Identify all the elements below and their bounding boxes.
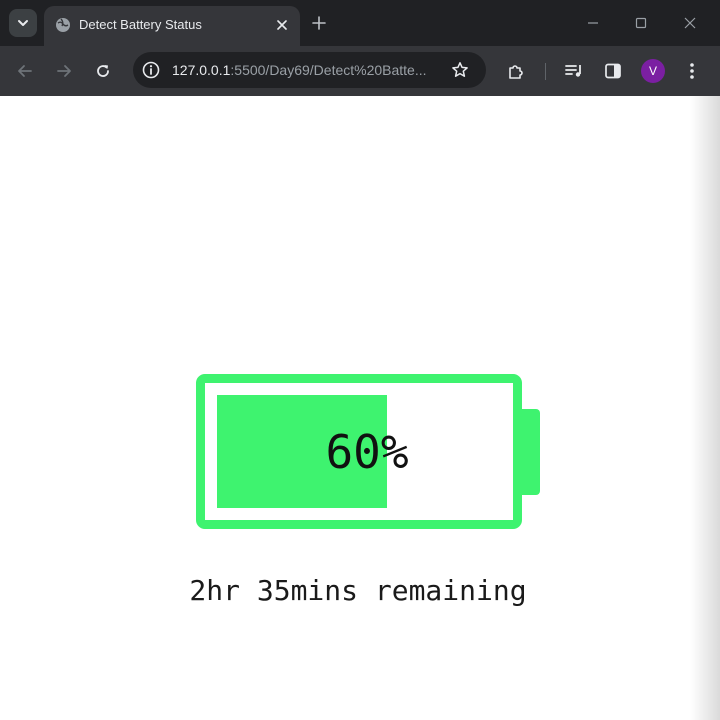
browser-window: Detect Battery Status 127.0.0.1:5500/Day… <box>0 0 720 720</box>
close-icon <box>684 17 696 29</box>
address-bar[interactable]: 127.0.0.1:5500/Day69/Detect%20Batte... <box>133 52 486 88</box>
toolbar-divider <box>545 63 546 80</box>
tab-close-button[interactable] <box>272 15 292 35</box>
page-viewport: 60% 2hr 35mins remaining <box>0 96 720 720</box>
side-panel-button[interactable] <box>600 58 626 84</box>
kebab-menu-icon <box>690 63 694 79</box>
maximize-icon <box>635 17 647 29</box>
url-text[interactable]: 127.0.0.1:5500/Day69/Detect%20Batte... <box>172 61 444 79</box>
back-button[interactable] <box>12 58 38 84</box>
battery-percentage: 60% <box>325 424 409 479</box>
new-tab-button[interactable] <box>307 11 331 35</box>
media-queue-icon <box>565 65 581 77</box>
battery-level-track: 60% <box>217 395 501 508</box>
tab-title: Detect Battery Status <box>79 17 202 32</box>
url-path: :5500/Day69/Detect%20Batte... <box>230 62 427 78</box>
battery-body: 60% <box>196 374 522 529</box>
chevron-down-icon <box>18 20 28 26</box>
info-icon <box>142 61 160 79</box>
reload-icon <box>97 65 109 77</box>
window-edge-shadow <box>690 96 720 720</box>
media-controls-button[interactable] <box>561 58 587 84</box>
tab-search-button[interactable] <box>9 9 37 37</box>
forward-button[interactable] <box>51 58 77 84</box>
browser-menu-button[interactable] <box>679 58 705 84</box>
minimize-icon <box>588 22 598 24</box>
reload-button[interactable] <box>90 58 116 84</box>
globe-icon <box>56 18 70 32</box>
browser-toolbar: 127.0.0.1:5500/Day69/Detect%20Batte... V <box>0 46 720 96</box>
battery-time-remaining: 2hr 35mins remaining <box>189 574 527 607</box>
bookmark-button[interactable] <box>449 59 471 81</box>
close-icon <box>277 20 287 30</box>
minimize-button[interactable] <box>578 9 608 37</box>
puzzle-icon <box>509 65 523 79</box>
battery-terminal-cap <box>521 409 540 495</box>
url-host: 127.0.0.1 <box>172 62 231 78</box>
site-info-button[interactable] <box>141 60 161 80</box>
maximize-button[interactable] <box>626 9 656 37</box>
side-panel-icon <box>605 63 621 79</box>
window-close-button[interactable] <box>675 9 705 37</box>
star-icon <box>452 62 468 77</box>
tab-strip: Detect Battery Status <box>0 0 720 46</box>
arrow-left-icon <box>18 65 32 77</box>
arrow-right-icon <box>57 65 71 77</box>
plus-icon <box>312 16 326 30</box>
profile-avatar[interactable]: V <box>641 59 665 83</box>
extensions-button[interactable] <box>503 58 529 84</box>
tab-active[interactable]: Detect Battery Status <box>44 6 300 46</box>
